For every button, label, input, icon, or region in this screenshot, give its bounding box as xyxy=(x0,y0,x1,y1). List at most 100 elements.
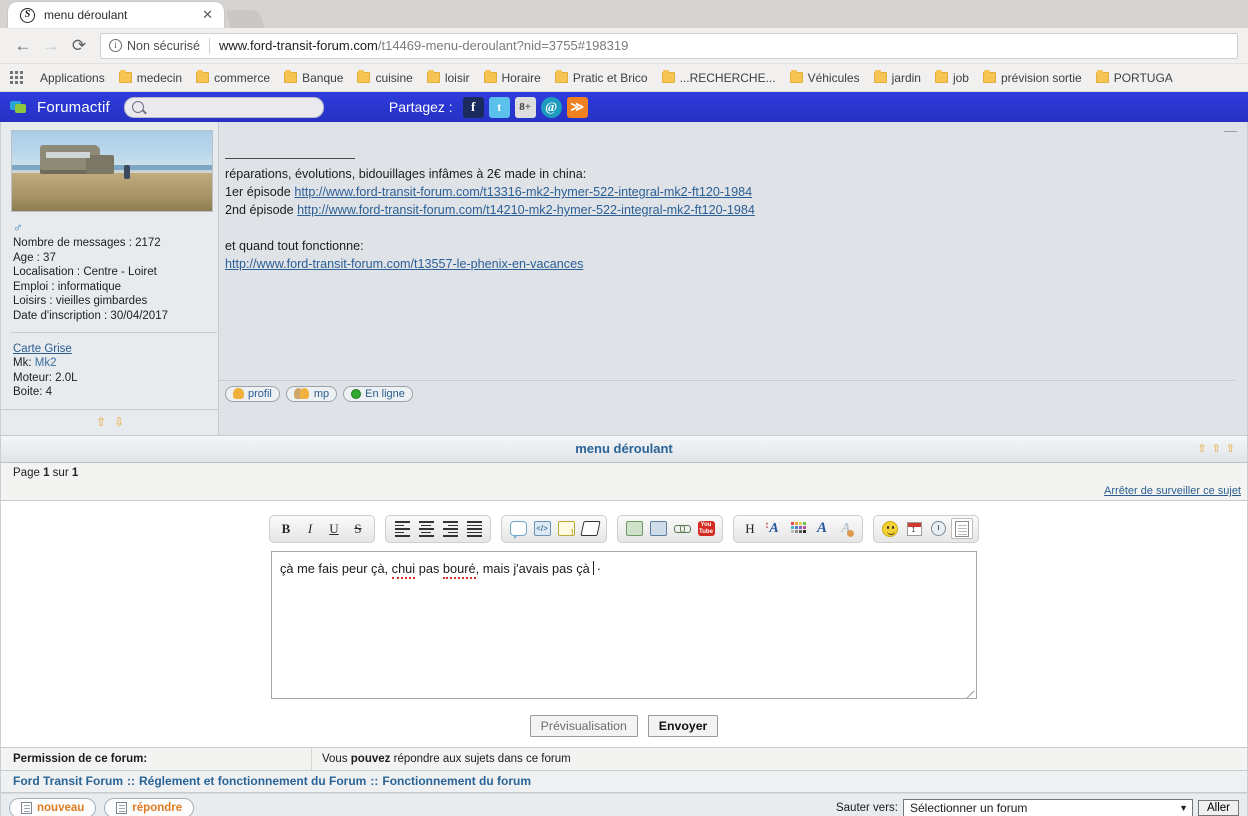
tab-close-icon[interactable]: ✕ xyxy=(199,7,216,23)
underline-icon[interactable]: U xyxy=(323,518,345,539)
permissions-prefix: Vous xyxy=(322,752,348,765)
reply-button[interactable]: répondre xyxy=(104,798,195,816)
message-trailing: · xyxy=(596,560,602,576)
editor-submit-row: Prévisualisation Envoyer xyxy=(1,714,1247,737)
align-left-icon[interactable] xyxy=(391,518,413,539)
font-size-icon[interactable]: A xyxy=(763,518,785,539)
url-path: /t14469-menu-deroulant?nid=3755#198319 xyxy=(377,38,629,53)
new-topic-label: nouveau xyxy=(37,802,85,815)
image-icon[interactable] xyxy=(623,518,645,539)
post-author-panel: ♂ Nombre de messages : 2172 Age : 37 Loc… xyxy=(1,122,219,435)
message-textarea[interactable]: çà me fais peur çà, chui pas bouré, mais… xyxy=(271,550,977,699)
search-input[interactable] xyxy=(147,100,316,114)
topic-arrow-1[interactable]: ⇧ xyxy=(1197,442,1206,455)
remove-format-icon[interactable]: A xyxy=(835,518,857,539)
align-right-icon[interactable] xyxy=(439,518,461,539)
bookmark-label: prévision sortie xyxy=(1000,70,1082,85)
preview-page-icon[interactable] xyxy=(951,518,973,540)
topic-arrow-2[interactable]: ⇧ xyxy=(1212,442,1221,455)
episode-2-link[interactable]: http://www.ford-transit-forum.com/t14210… xyxy=(297,203,755,217)
breadcrumb-item-subforum[interactable]: Fonctionnement du forum xyxy=(382,774,531,788)
link-icon[interactable] xyxy=(671,518,693,539)
breadcrumb-item-forum[interactable]: Ford Transit Forum xyxy=(13,774,123,788)
bookmark-commerce[interactable]: commerce xyxy=(189,69,277,87)
page-prefix: Page xyxy=(13,466,40,479)
text-caret xyxy=(592,560,594,575)
twitter-icon[interactable]: t xyxy=(488,96,510,118)
youtube-icon[interactable]: You Tube xyxy=(695,518,717,539)
heading-icon[interactable]: H xyxy=(739,518,761,539)
align-center-icon[interactable] xyxy=(415,518,437,539)
reload-button[interactable]: ⟳ xyxy=(66,33,92,59)
align-justify-icon[interactable] xyxy=(463,518,485,539)
forumactif-toolbar: Forumactif Partagez : f t 8+ @ ≫ xyxy=(0,92,1248,122)
profil-button[interactable]: profil xyxy=(225,385,280,402)
new-topic-button[interactable]: nouveau xyxy=(9,798,97,816)
email-icon[interactable]: @ xyxy=(540,96,562,118)
forward-button[interactable]: → xyxy=(38,33,64,59)
calendar-icon[interactable] xyxy=(903,518,925,539)
episode-1-link[interactable]: http://www.ford-transit-forum.com/t13316… xyxy=(294,185,752,199)
bookmark-job[interactable]: job xyxy=(928,69,976,87)
mp-button[interactable]: mp xyxy=(285,385,338,402)
apps-grid-icon[interactable] xyxy=(10,70,26,85)
episode-3-link[interactable]: http://www.ford-transit-forum.com/t13557… xyxy=(225,257,583,271)
post-container: — ♂ Nombre de messages : 2172 Age : 37 L… xyxy=(1,122,1247,435)
back-button[interactable]: ← xyxy=(10,33,36,59)
spoiler-icon[interactable] xyxy=(579,518,601,539)
scroll-down-icon[interactable]: ⇩ xyxy=(114,415,124,429)
list-icon[interactable] xyxy=(555,518,577,539)
rss-icon[interactable]: ≫ xyxy=(566,96,588,118)
bookmark-horaire[interactable]: Horaire xyxy=(477,69,548,87)
italic-icon[interactable]: I xyxy=(299,518,321,539)
online-status-badge[interactable]: En ligne xyxy=(343,385,413,402)
address-bar[interactable]: i Non sécurisé www.ford-transit-forum.co… xyxy=(100,32,1238,59)
bookmark-label: Pratic et Brico xyxy=(572,70,648,85)
carte-grise-link[interactable]: Carte Grise xyxy=(13,343,72,355)
clock-icon[interactable] xyxy=(927,518,949,539)
font-face-icon[interactable]: A xyxy=(811,518,833,539)
editor-toolbar: B I U S </> YouTube xyxy=(1,514,1247,543)
scroll-up-icon[interactable]: ⇧ xyxy=(96,415,106,429)
forumactif-search-box[interactable] xyxy=(123,96,324,118)
stop-watching-topic-link[interactable]: Arrêter de surveiller ce sujet xyxy=(1104,485,1241,497)
breadcrumb-item-category[interactable]: Réglement et fonctionnement du Forum xyxy=(139,774,366,788)
smiley-icon[interactable] xyxy=(879,518,901,539)
message-text-part1: çà me fais peur çà, xyxy=(280,560,392,576)
browser-tab[interactable]: S menu déroulant ✕ xyxy=(8,2,224,28)
bookmark-prevision-sortie[interactable]: prévision sortie xyxy=(976,69,1089,87)
quote-icon[interactable] xyxy=(507,518,529,540)
reply-page-icon xyxy=(116,802,128,815)
bookmark-medecin[interactable]: medecin xyxy=(112,69,189,87)
info-icon[interactable]: i xyxy=(109,39,122,52)
bookmark-jardin[interactable]: jardin xyxy=(867,69,928,87)
bookmark-label: cuisine xyxy=(375,70,413,85)
post-content-panel: réparations, évolutions, bidouillages in… xyxy=(219,122,1247,435)
bookmark-vehicules[interactable]: Véhicules xyxy=(783,69,867,87)
episode-2-label: 2nd épisode xyxy=(225,203,294,217)
forum-select[interactable]: Sélectionner un forum ▼ xyxy=(902,798,1193,816)
textarea-resize-handle[interactable] xyxy=(963,685,975,699)
submit-button[interactable]: Envoyer xyxy=(647,714,719,737)
bookmark-applications[interactable]: Applications xyxy=(33,69,112,87)
topic-arrow-3[interactable]: ⇧ xyxy=(1226,442,1235,455)
image-add-icon[interactable] xyxy=(647,518,669,539)
google-plus-icon[interactable]: 8+ xyxy=(514,96,536,118)
color-palette-icon[interactable] xyxy=(787,518,809,539)
bookmark-banque[interactable]: Banque xyxy=(277,69,350,87)
strikethrough-icon[interactable]: S xyxy=(347,518,369,539)
facebook-icon[interactable]: f xyxy=(462,96,484,118)
bookmark-loisir[interactable]: loisir xyxy=(420,69,477,87)
code-icon[interactable]: </> xyxy=(531,518,553,539)
vehicle-boite: Boite: 4 xyxy=(13,386,52,399)
go-button[interactable]: Aller xyxy=(1197,800,1239,816)
bookmark-portugal[interactable]: PORTUGA xyxy=(1089,69,1180,87)
bookmark-recherche[interactable]: ...RECHERCHE... xyxy=(655,69,783,87)
new-tab-button[interactable] xyxy=(225,10,265,28)
preview-button[interactable]: Prévisualisation xyxy=(529,714,638,737)
bold-icon[interactable]: B xyxy=(275,518,297,539)
bookmark-cuisine[interactable]: cuisine xyxy=(350,69,419,87)
bookmark-pratic-et-brico[interactable]: Pratic et Brico xyxy=(548,69,655,87)
permissions-label: Permission de ce forum: xyxy=(13,752,148,765)
folder-icon xyxy=(483,70,497,83)
